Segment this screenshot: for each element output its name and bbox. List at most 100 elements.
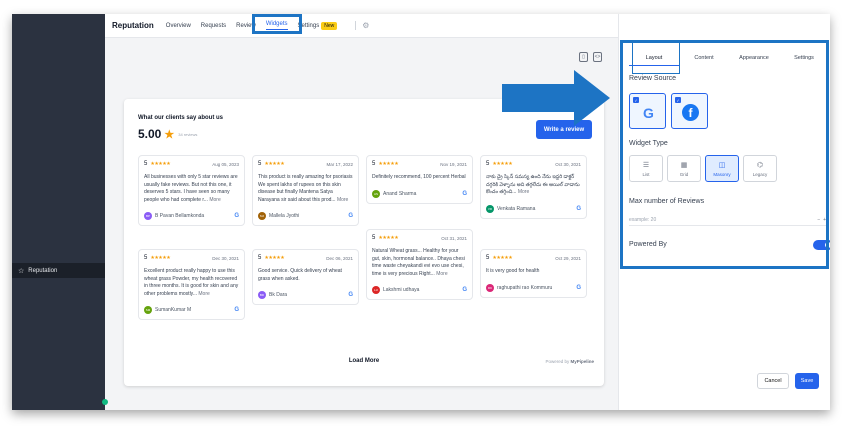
avatar: RK bbox=[486, 283, 494, 292]
sidebar-item-reputation[interactable]: ☆ Reputation bbox=[12, 263, 105, 278]
review-text: Natural Wheat grass... Healthy for your … bbox=[372, 248, 467, 278]
rating-value: 5 bbox=[486, 161, 490, 167]
rating-value: 5 bbox=[372, 161, 376, 167]
review-card: 5 ★★★★★ Aug 05, 2023 All businesses with on… bbox=[138, 155, 245, 226]
powered-brand: MyPipeline bbox=[570, 359, 594, 364]
avatar: VR bbox=[486, 204, 494, 213]
pointer-arrow-icon bbox=[502, 70, 610, 126]
google-icon: G bbox=[234, 213, 239, 219]
score-value: 5.00 bbox=[138, 127, 162, 141]
rating-value: 5 bbox=[258, 255, 262, 261]
rating-value: 5 bbox=[372, 235, 376, 241]
star-icon: ☆ bbox=[18, 267, 25, 275]
review-date: Mar 17, 2022 bbox=[326, 161, 353, 167]
rating: 5 ★★★★★ bbox=[258, 161, 285, 167]
widget-title: What our clients say about us bbox=[138, 115, 224, 121]
save-button[interactable]: Save bbox=[795, 373, 819, 389]
stars-icon: ★★★★★ bbox=[150, 255, 171, 261]
tab-overview[interactable]: Overview bbox=[166, 23, 191, 29]
google-icon: G bbox=[348, 213, 353, 219]
rating-value: 5 bbox=[258, 161, 262, 167]
review-body: All businesses with only 5 star reviews … bbox=[144, 174, 238, 203]
reviewer-name: B Pavan Bellamkonda bbox=[155, 213, 205, 219]
review-text: All businesses with only 5 star reviews … bbox=[144, 174, 239, 204]
more-link[interactable]: More bbox=[436, 271, 447, 277]
reviewer: SM SumanKumar M bbox=[144, 306, 191, 314]
gear-icon[interactable]: ⚙ bbox=[355, 21, 369, 30]
review-text: నాకు డ్రై స్కిన్ సమస్య ఉంది నేను ఇద్దరి … bbox=[486, 174, 581, 197]
review-card: 5 ★★★★★ Mar 17, 2022 This product is really… bbox=[252, 155, 359, 226]
rating: 5 ★★★★★ bbox=[144, 161, 171, 167]
tab-settings[interactable]: Settings New bbox=[298, 21, 338, 30]
reviews-widget: What our clients say about us 5.00 ★ 34 … bbox=[124, 99, 604, 386]
review-text: Good service. Quick delivery of wheat gr… bbox=[258, 268, 353, 283]
google-icon: G bbox=[462, 190, 467, 197]
google-icon: G bbox=[348, 292, 353, 298]
rating-value: 5 bbox=[144, 161, 148, 167]
more-link[interactable]: More bbox=[337, 197, 348, 203]
rating-value: 5 bbox=[486, 255, 490, 261]
review-text: Definitely recommend, 100 percent Herbal bbox=[372, 174, 467, 182]
reviewer: BD Bk Dara bbox=[258, 291, 287, 299]
stars-icon: ★★★★★ bbox=[264, 161, 285, 167]
review-date: Oct 30, 2021 bbox=[555, 161, 581, 167]
google-icon: G bbox=[576, 284, 581, 291]
review-card: 5 ★★★★★ Nov 19, 2021 Definitely recommend, … bbox=[366, 155, 473, 204]
reviewer-name: Bk Dara bbox=[269, 292, 288, 298]
review-text: It is very good for health bbox=[486, 268, 581, 276]
status-dot bbox=[102, 399, 108, 405]
review-date: Dec 06, 2021 bbox=[326, 255, 353, 261]
stars-icon: ★★★★★ bbox=[492, 255, 513, 261]
review-body: నాకు డ్రై స్కిన్ సమస్య ఉంది నేను ఇద్దరి … bbox=[486, 174, 580, 195]
avatar: LU bbox=[372, 286, 380, 294]
stars-icon: ★★★★★ bbox=[378, 235, 399, 241]
reviewer: LU Lakshmi udhaya bbox=[372, 286, 419, 294]
google-icon: G bbox=[234, 307, 239, 313]
avatar: SM bbox=[144, 306, 152, 314]
mobile-view-icon[interactable]: ▯ bbox=[579, 52, 588, 62]
tab-requests[interactable]: Requests bbox=[201, 23, 226, 29]
reviewer: BP B Pavan Bellamkonda bbox=[144, 212, 204, 220]
review-body: Natural Wheat grass... Healthy for your … bbox=[372, 248, 465, 277]
rating: 5 ★★★★★ bbox=[258, 255, 285, 261]
reviewer: MJ Mallela Jyothi bbox=[258, 212, 299, 220]
rating: 5 ★★★★★ bbox=[486, 161, 513, 167]
stars-icon: ★★★★★ bbox=[378, 161, 399, 167]
review-card: 5 ★★★★★ Oct 29, 2021 It is very good for he… bbox=[480, 249, 587, 298]
more-link[interactable]: More bbox=[209, 197, 220, 203]
reviewer-name: SumanKumar M bbox=[155, 307, 192, 313]
stars-icon: ★★★★★ bbox=[264, 255, 285, 261]
more-link[interactable]: More bbox=[518, 189, 529, 195]
rating: 5 ★★★★★ bbox=[144, 255, 171, 261]
review-card: 5 ★★★★★ Dec 06, 2021 Good service. Quick de… bbox=[252, 249, 359, 305]
rating: 5 ★★★★★ bbox=[486, 255, 513, 261]
rating-value: 5 bbox=[144, 255, 148, 261]
review-count: 34 reviews bbox=[178, 131, 198, 137]
review-date: Dec 30, 2021 bbox=[212, 255, 239, 261]
more-link[interactable]: More bbox=[198, 291, 209, 297]
reviewer-name: Lakshmi udhaya bbox=[383, 287, 420, 293]
review-date: Aug 05, 2023 bbox=[212, 161, 239, 167]
avatar: MJ bbox=[258, 212, 266, 220]
google-icon: G bbox=[576, 205, 581, 212]
reviewer-name: raghupathi rao Kommuru bbox=[497, 284, 553, 291]
star-icon: ★ bbox=[164, 128, 175, 141]
avatar: BD bbox=[258, 291, 266, 299]
review-date: Oct 29, 2021 bbox=[555, 255, 581, 261]
review-body: Good service. Quick delivery of wheat gr… bbox=[258, 268, 342, 282]
settings-panel-highlight bbox=[620, 40, 829, 269]
review-text: This product is really amazing for psori… bbox=[258, 174, 353, 204]
code-icon[interactable]: <> bbox=[593, 52, 602, 62]
reviewer-name: Venkata Ramana bbox=[497, 205, 536, 212]
powered-prefix: Powered by bbox=[545, 359, 571, 364]
review-date: Nov 19, 2021 bbox=[440, 161, 467, 167]
review-card: 5 ★★★★★ Dec 30, 2021 Excellent product real… bbox=[138, 249, 245, 320]
load-more-button[interactable]: Load More bbox=[124, 358, 604, 364]
stars-icon: ★★★★★ bbox=[492, 161, 513, 167]
review-body: Definitely recommend, 100 percent Herbal bbox=[372, 174, 466, 180]
sidebar-item-label: Reputation bbox=[28, 267, 58, 274]
cancel-button[interactable]: Cancel bbox=[757, 373, 789, 389]
device-toggle: ▯ <> bbox=[579, 52, 602, 62]
avatar: AS bbox=[372, 189, 380, 198]
average-score: 5.00 ★ 34 reviews bbox=[138, 127, 197, 141]
